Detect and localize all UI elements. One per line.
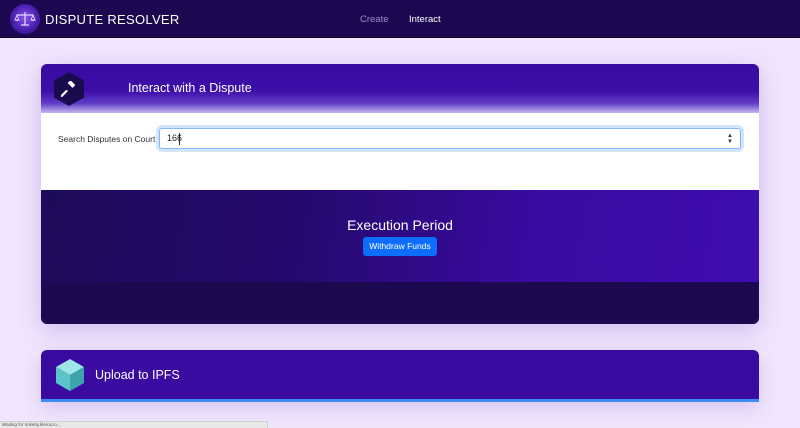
dispute-search-input[interactable]: 166 ▲ ▼ bbox=[159, 128, 741, 149]
search-section: Search Disputes on Court 166 ▲ ▼ bbox=[41, 113, 759, 190]
withdraw-funds-button[interactable]: Withdraw Funds bbox=[363, 237, 437, 256]
scales-logo-icon bbox=[10, 4, 40, 34]
upload-card-title: Upload to IPFS bbox=[95, 368, 180, 382]
interact-card: Interact with a Dispute Search Disputes … bbox=[41, 64, 759, 324]
number-spinner[interactable]: ▲ ▼ bbox=[726, 132, 734, 146]
interact-card-footer bbox=[41, 282, 759, 324]
nav-link-create[interactable]: Create bbox=[360, 14, 389, 25]
cube-icon bbox=[56, 359, 84, 391]
spinner-down-icon[interactable]: ▼ bbox=[727, 139, 733, 145]
app-name: DISPUTE RESOLVER bbox=[45, 11, 180, 27]
text-caret bbox=[179, 133, 180, 145]
top-navbar: DISPUTE RESOLVER Create Interact bbox=[0, 0, 800, 38]
upload-card: Upload to IPFS bbox=[41, 350, 759, 402]
brand[interactable]: DISPUTE RESOLVER bbox=[10, 4, 180, 34]
interact-card-header: Interact with a Dispute bbox=[41, 64, 759, 113]
execution-period-panel: Execution Period Withdraw Funds bbox=[41, 190, 759, 282]
gavel-icon bbox=[54, 72, 84, 106]
upload-card-accent bbox=[41, 399, 759, 402]
search-label: Search Disputes on Court bbox=[58, 134, 156, 144]
interact-card-title: Interact with a Dispute bbox=[128, 81, 252, 95]
nav-link-interact[interactable]: Interact bbox=[409, 14, 441, 25]
period-title: Execution Period bbox=[347, 217, 453, 233]
browser-status-bar: Waiting for rinkeby.kleros.io... bbox=[0, 421, 268, 428]
